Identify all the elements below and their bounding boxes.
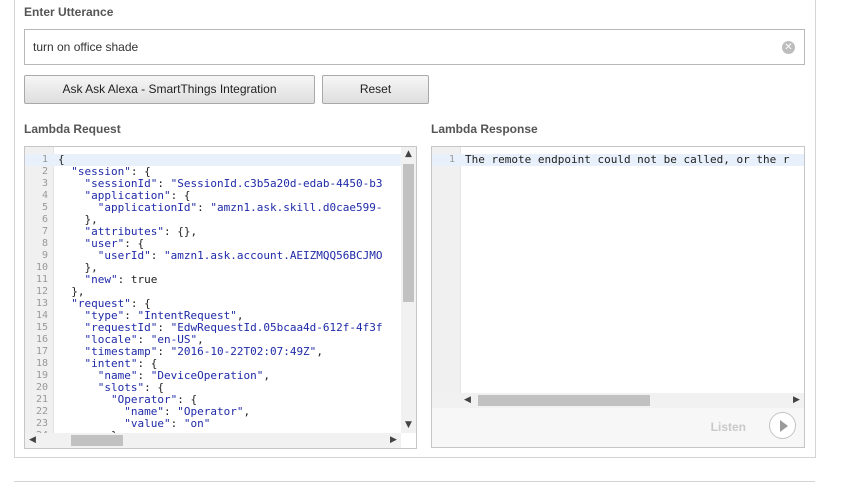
line-number: 19 [35, 370, 48, 381]
utterance-input[interactable] [33, 30, 773, 64]
line-number: 2 [41, 166, 48, 177]
line-number: 18 [35, 358, 48, 369]
line-number: 23 [35, 418, 48, 429]
line-number: 22 [35, 406, 48, 417]
play-icon[interactable] [769, 412, 796, 439]
response-horizontal-scrollbar[interactable]: ◀ ▶ [432, 393, 804, 408]
code-line[interactable]: 1 The remote endpoint could not be called… [432, 154, 804, 166]
line-number: 16 [35, 334, 48, 345]
line-number-gutter [432, 147, 461, 408]
line-number: 12 [35, 286, 48, 297]
request-vertical-scrollbar[interactable]: ▲ ▼ [401, 147, 416, 433]
line-number: 5 [41, 202, 48, 213]
line-text[interactable]: "applicationId": "amzn1.ask.skill.d0cae5… [58, 202, 383, 214]
lambda-request-editor[interactable]: 1{2 "session": {3 "sessionId": "SessionI… [24, 146, 417, 449]
lambda-response-editor[interactable]: 1 The remote endpoint could not be called… [431, 146, 805, 409]
line-number: 7 [41, 226, 48, 237]
line-text[interactable]: The remote endpoint could not be called,… [465, 154, 790, 166]
utterance-field[interactable]: ✕ [24, 29, 805, 65]
divider [14, 481, 815, 482]
scroll-up-icon[interactable]: ▲ [401, 147, 416, 162]
line-number: 20 [35, 382, 48, 393]
reset-button[interactable]: Reset [322, 75, 429, 104]
line-number: 10 [35, 262, 48, 273]
utterance-label: Enter Utterance [24, 5, 114, 19]
request-vertical-thumb[interactable] [403, 164, 414, 302]
line-text[interactable]: "userId": "amzn1.ask.account.AEIZMQQ56BC… [58, 250, 383, 262]
line-number: 14 [35, 310, 48, 321]
line-number: 6 [41, 214, 48, 225]
line-number: 21 [35, 394, 48, 405]
line-number: 3 [41, 178, 48, 189]
scroll-right-icon[interactable]: ▶ [386, 433, 401, 448]
lambda-response-label: Lambda Response [431, 122, 538, 136]
scroll-left-icon[interactable]: ◀ [25, 433, 40, 448]
request-horizontal-scrollbar[interactable]: ◀ ▶ [25, 433, 401, 448]
ask-button[interactable]: Ask Ask Alexa - SmartThings Integration [24, 75, 315, 104]
clear-icon[interactable]: ✕ [782, 41, 795, 54]
line-number: 1 [448, 154, 455, 165]
line-number: 15 [35, 322, 48, 333]
lambda-request-label: Lambda Request [24, 122, 121, 136]
line-number: 9 [41, 250, 48, 261]
line-number: 17 [35, 346, 48, 357]
request-code[interactable]: 1{2 "session": {3 "sessionId": "SessionI… [25, 154, 416, 448]
line-number: 1 [41, 154, 48, 165]
request-horizontal-thumb[interactable] [71, 435, 123, 446]
line-number: 8 [41, 238, 48, 249]
response-code[interactable]: 1 The remote endpoint could not be called… [432, 154, 804, 166]
scroll-right-icon[interactable]: ▶ [789, 393, 804, 408]
scroll-down-icon[interactable]: ▼ [401, 418, 416, 433]
response-horizontal-thumb[interactable] [478, 395, 650, 406]
listen-label: Listen [710, 420, 746, 434]
listen-bar: Listen [431, 408, 805, 448]
scroll-left-icon[interactable]: ◀ [460, 393, 475, 408]
line-number: 13 [35, 298, 48, 309]
line-number: 11 [35, 274, 48, 285]
line-number: 4 [41, 190, 48, 201]
